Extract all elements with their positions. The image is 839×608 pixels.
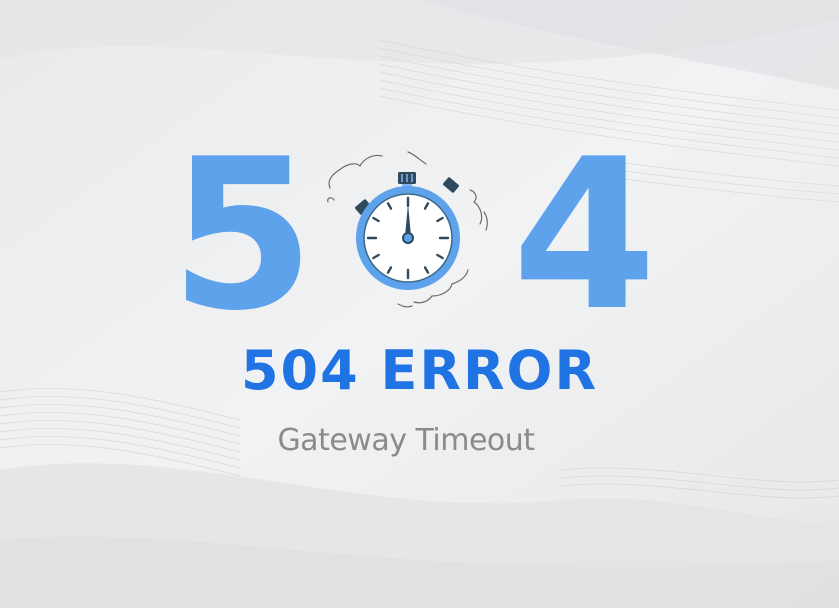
error-subtitle: Gateway Timeout — [277, 423, 535, 458]
stopwatch-icon — [327, 151, 488, 308]
digit-five: 5 — [170, 115, 315, 357]
error-title: 504 ERROR — [240, 339, 599, 402]
side-button-right — [443, 177, 459, 193]
digit-four: 4 — [512, 115, 657, 357]
